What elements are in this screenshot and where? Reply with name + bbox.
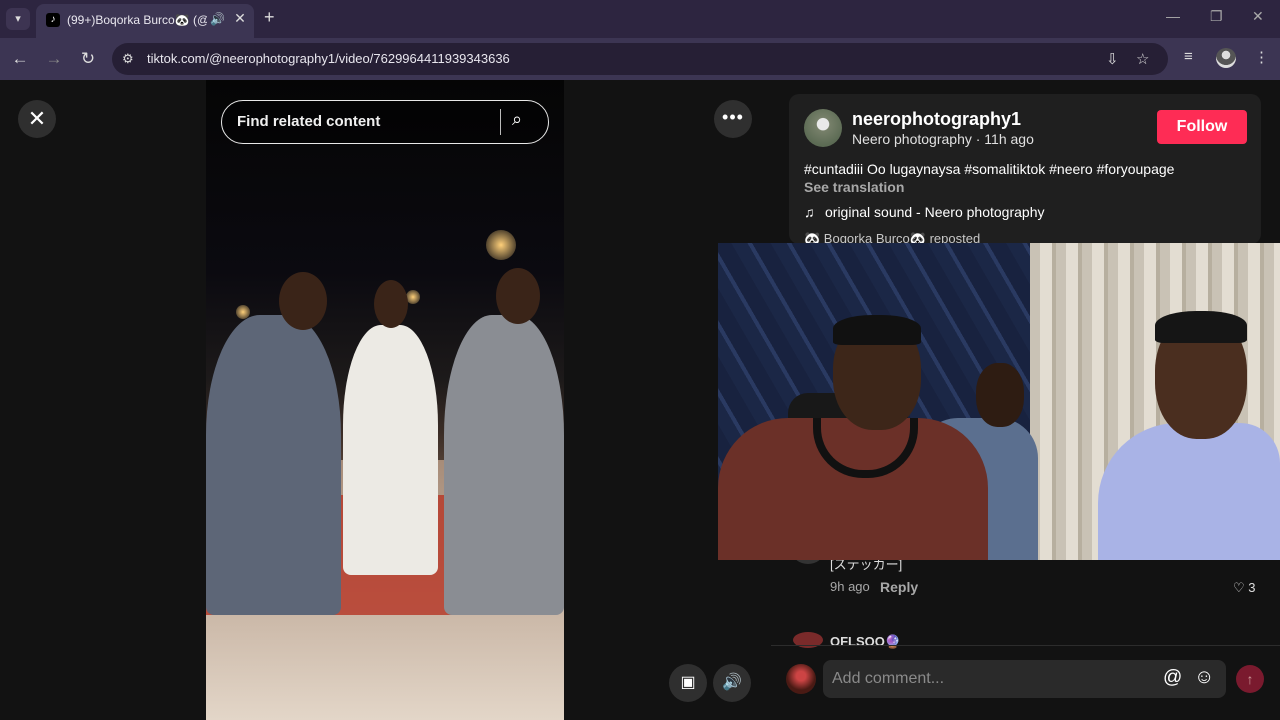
browser-tab-bar: ▾ ♪ (99+)Boqorka Burco🐼 (@ 🔊 ✕ + — ❐ ✕ (0, 0, 1280, 38)
street-light (486, 230, 516, 260)
video-player[interactable]: Find related content ⌕ (206, 80, 564, 720)
close-video-icon[interactable]: ✕ (18, 100, 56, 138)
video-person-right-head (496, 268, 540, 324)
address-bar[interactable]: ⚙ tiktok.com/@neerophotography1/video/76… (112, 43, 1168, 75)
post-caption: #cuntadiii Oo lugaynaysa #somalitiktok #… (804, 161, 1175, 177)
post-comment-icon[interactable]: ↑ (1236, 665, 1264, 693)
reload-icon[interactable]: ↻ (78, 49, 98, 69)
comment-like-number: 3 (1248, 580, 1256, 595)
tab-title: (99+)Boqorka Burco🐼 (@ (67, 13, 207, 27)
webcam-person-middle-head (976, 363, 1024, 427)
comment-divider (771, 645, 1280, 646)
site-info-icon[interactable]: ⚙ (122, 51, 134, 67)
webcam-person-left-hair (833, 315, 921, 345)
tab-search-button[interactable]: ▾ (6, 8, 30, 30)
music-note-icon: ♫ (804, 204, 815, 220)
video-person-middle (343, 325, 438, 575)
video-person-left-head (279, 272, 327, 330)
video-person-left (206, 315, 341, 615)
forward-icon[interactable]: → (44, 49, 64, 69)
creator-subline: Neero photography · 11h ago (852, 131, 1034, 147)
comment-like-count[interactable]: ♡ 3 (1233, 580, 1256, 596)
creator-username[interactable]: neerophotography1 (852, 109, 1021, 130)
follow-button[interactable]: Follow (1157, 110, 1247, 144)
new-tab-button[interactable]: + (264, 7, 275, 28)
pip-icon[interactable]: ▣ (669, 664, 707, 702)
street-light (406, 290, 420, 304)
related-content-search[interactable]: Find related content ⌕ (221, 100, 549, 144)
webcam-person-right-hair (1155, 311, 1247, 343)
comment-username[interactable]: OFLSOO🔮 (830, 634, 901, 650)
heart-icon[interactable]: ♡ (1233, 580, 1245, 595)
minimize-icon[interactable]: — (1166, 8, 1180, 24)
bookmark-star-icon[interactable]: ☆ (1136, 50, 1149, 68)
comment-time: 9h ago (830, 579, 870, 594)
post-info-card: neerophotography1 Neero photography · 11… (789, 94, 1261, 246)
see-translation-link[interactable]: See translation (804, 179, 904, 195)
tiktok-favicon-icon: ♪ (46, 13, 60, 27)
search-placeholder: Find related content (237, 113, 381, 130)
video-person-right (444, 315, 564, 615)
reply-button[interactable]: Reply (880, 579, 918, 595)
browser-tab[interactable]: ♪ (99+)Boqorka Burco🐼 (@ 🔊 ✕ (36, 4, 254, 38)
audio-playing-icon[interactable]: 🔊 (210, 12, 225, 26)
my-avatar (786, 664, 816, 694)
emoji-icon[interactable]: ☺ (1194, 666, 1214, 689)
music-link[interactable]: original sound - Neero photography (825, 204, 1044, 220)
comment-placeholder: Add comment... (832, 670, 945, 687)
media-controls-icon[interactable]: ≡ (1184, 48, 1193, 65)
install-app-icon[interactable]: ⇩ (1106, 50, 1119, 68)
mention-icon[interactable]: @ (1163, 667, 1182, 689)
search-icon[interactable]: ⌕ (512, 109, 522, 130)
search-divider (500, 109, 501, 135)
browser-toolbar: ← → ↻ ⚙ tiktok.com/@neerophotography1/vi… (0, 38, 1280, 80)
comment-input[interactable]: Add comment... @ ☺ (823, 660, 1226, 698)
webcam-person-right (1098, 423, 1280, 560)
restore-icon[interactable]: ❐ (1210, 8, 1223, 25)
creator-avatar[interactable] (804, 109, 842, 147)
profile-avatar-icon[interactable] (1216, 48, 1236, 68)
tab-close-icon[interactable]: ✕ (232, 10, 248, 28)
video-person-middle-head (374, 280, 408, 328)
url-text[interactable]: tiktok.com/@neerophotography1/video/7629… (147, 51, 510, 66)
window-close-icon[interactable]: ✕ (1252, 8, 1264, 25)
back-icon[interactable]: ← (10, 49, 30, 69)
browser-menu-icon[interactable]: ⋮ (1254, 48, 1269, 66)
more-options-icon[interactable]: ••• (714, 100, 752, 138)
volume-icon[interactable]: 🔊 (713, 664, 751, 702)
webcam-overlay (718, 243, 1280, 560)
